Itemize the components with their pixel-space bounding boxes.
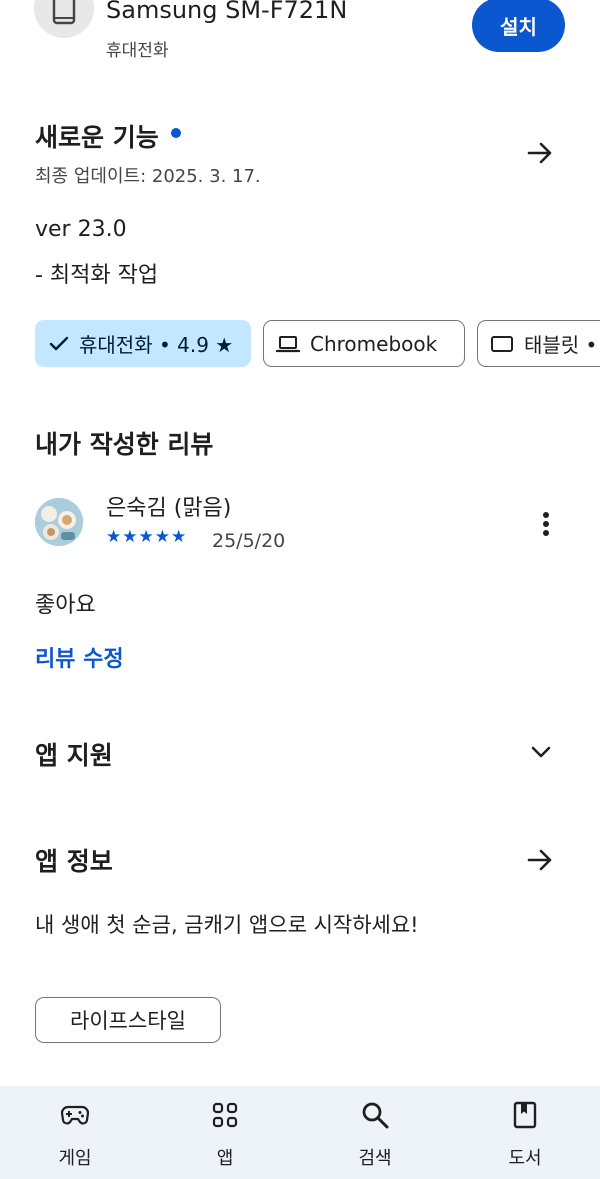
more-vert-icon[interactable] bbox=[528, 506, 564, 542]
chip-tablet[interactable]: 태블릿 • bbox=[477, 320, 600, 367]
nav-item-games[interactable]: 게임 bbox=[0, 1086, 150, 1179]
last-updated: 최종 업데이트: 2025. 3. 17. bbox=[35, 166, 261, 187]
nav-label-books: 도서 bbox=[508, 1148, 542, 1169]
whats-new-arrow-icon[interactable] bbox=[520, 133, 560, 173]
app-info-arrow-icon[interactable] bbox=[520, 840, 560, 880]
laptop-icon bbox=[276, 335, 300, 353]
device-row: Samsung SM-F721N 휴대전화 설치 bbox=[0, 0, 600, 68]
install-button[interactable]: 설치 bbox=[472, 0, 565, 52]
chip-phone-label: 휴대전화 • 4.9 ★ bbox=[79, 333, 234, 357]
bottom-nav: 게임 앱 검색 도서 bbox=[0, 1086, 600, 1179]
my-review-title: 내가 작성한 리뷰 bbox=[35, 430, 214, 459]
nav-label-apps: 앱 bbox=[216, 1148, 234, 1169]
check-icon bbox=[49, 336, 69, 352]
book-icon bbox=[510, 1100, 540, 1130]
update-note: - 최적화 작업 bbox=[35, 263, 159, 288]
chevron-down-icon[interactable] bbox=[521, 732, 561, 772]
nav-item-books[interactable]: 도서 bbox=[450, 1086, 600, 1179]
search-icon bbox=[360, 1100, 390, 1130]
reviewer-name: 은숙김 (맑음) bbox=[106, 496, 232, 521]
device-name: Samsung SM-F721N bbox=[106, 0, 348, 24]
nav-label-search: 검색 bbox=[358, 1148, 392, 1169]
tablet-icon bbox=[490, 335, 514, 353]
device-type: 휴대전화 bbox=[106, 41, 169, 61]
phone-icon bbox=[34, 0, 94, 38]
app-description: 내 생애 첫 순금, 금캐기 앱으로 시작하세요! bbox=[35, 913, 419, 937]
version-text: ver 23.0 bbox=[35, 217, 127, 242]
review-date: 25/5/20 bbox=[212, 530, 286, 552]
new-indicator-dot bbox=[170, 128, 181, 138]
nav-item-apps[interactable]: 앱 bbox=[150, 1086, 300, 1179]
category-chip[interactable]: 라이프스타일 bbox=[35, 997, 221, 1043]
review-text: 좋아요 bbox=[35, 593, 96, 618]
avatar bbox=[35, 498, 83, 546]
edit-review-link[interactable]: 리뷰 수정 bbox=[35, 641, 124, 673]
chip-chromebook-label: Chromebook bbox=[310, 331, 438, 356]
app-info-title[interactable]: 앱 정보 bbox=[35, 842, 113, 878]
gamepad-icon bbox=[60, 1100, 90, 1130]
nav-item-search[interactable]: 검색 bbox=[300, 1086, 450, 1179]
chip-tablet-label: 태블릿 • bbox=[524, 333, 598, 357]
whats-new-title-text: 새로운 기능 bbox=[35, 123, 159, 152]
whats-new-title[interactable]: 새로운 기능 bbox=[35, 118, 181, 154]
app-support-title[interactable]: 앱 지원 bbox=[35, 736, 113, 772]
apps-grid-icon bbox=[210, 1100, 240, 1130]
chip-chromebook[interactable]: Chromebook bbox=[263, 320, 465, 367]
chip-phone[interactable]: 휴대전화 • 4.9 ★ bbox=[35, 320, 251, 367]
nav-label-games: 게임 bbox=[58, 1148, 92, 1169]
star-rating: ★★★★★ bbox=[106, 527, 188, 547]
